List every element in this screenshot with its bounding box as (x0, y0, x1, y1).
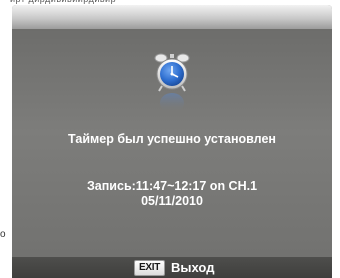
timer-confirmation-dialog: Таймер был успешно установлен Запись:11:… (12, 5, 332, 278)
dialog-footer: EXIT Выход (12, 257, 332, 278)
exit-key-badge[interactable]: EXIT (134, 259, 166, 276)
background-text-fragment-left: о (0, 229, 6, 240)
success-message: Таймер был успешно установлен (68, 132, 276, 146)
exit-label: Выход (171, 260, 215, 275)
dialog-body: Таймер был успешно установлен Запись:11:… (12, 29, 332, 257)
screen: ирт дирдиьиьиирдиьир о (0, 0, 340, 278)
exit-action[interactable]: EXIT Выход (134, 259, 214, 276)
record-time-channel: Запись:11:47~12:17 on CH.1 (86, 179, 258, 193)
dialog-title-bar (12, 5, 332, 29)
record-date: 05/11/2010 (141, 194, 203, 208)
alarm-clock-icon (154, 53, 190, 113)
